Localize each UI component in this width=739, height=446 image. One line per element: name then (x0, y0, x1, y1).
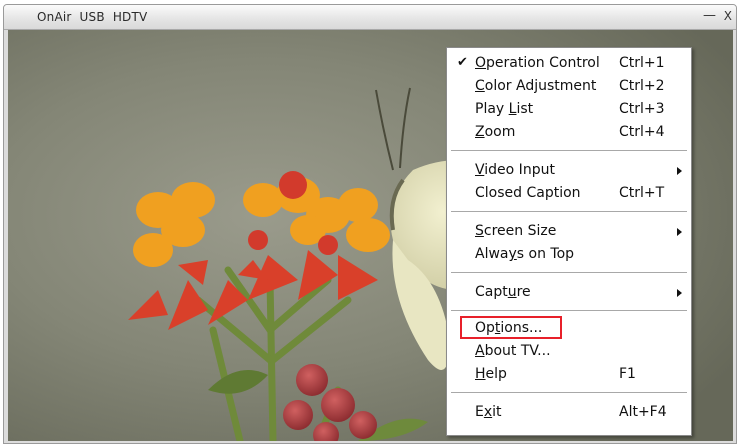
menu-item-label: Operation Control (475, 55, 600, 71)
menu-item-label: Zoom (475, 124, 516, 140)
menu-item-zoom[interactable]: Zoom Ctrl+4 (447, 121, 691, 144)
title-bar[interactable]: OnAir USB HDTV — X (4, 5, 736, 30)
menu-item-exit[interactable]: Exit Alt+F4 (447, 401, 691, 424)
menu-item-shortcut: Ctrl+3 (619, 101, 665, 117)
menu-item-label: Help (475, 366, 507, 382)
menu-item-shortcut: Ctrl+1 (619, 55, 665, 71)
menu-item-color-adjustment[interactable]: Color Adjustment Ctrl+2 (447, 75, 691, 98)
menu-item-shortcut: Alt+F4 (619, 404, 667, 420)
menu-separator (451, 211, 687, 213)
menu-item-label: Capture (475, 284, 531, 300)
menu-item-shortcut: Ctrl+T (619, 185, 665, 201)
menu-separator (451, 272, 687, 274)
menu-item-label: About TV... (475, 343, 551, 359)
menu-separator (451, 310, 687, 312)
menu-item-label: Play List (475, 101, 534, 117)
menu-item-capture[interactable]: Capture (447, 281, 691, 304)
menu-separator (451, 150, 687, 152)
menu-item-always-on-top[interactable]: Always on Top (447, 243, 691, 266)
menu-item-operation-control[interactable]: ✔ Operation Control Ctrl+1 (447, 52, 691, 75)
minimize-button[interactable]: — (703, 8, 716, 24)
menu-item-label: Screen Size (475, 223, 557, 239)
menu-item-label: Video Input (475, 162, 555, 178)
submenu-arrow-icon (677, 289, 682, 297)
context-menu: ✔ Operation Control Ctrl+1 Color Adjustm… (446, 47, 692, 436)
submenu-arrow-icon (677, 228, 682, 236)
menu-separator (451, 392, 687, 394)
menu-item-label: Closed Caption (475, 185, 581, 201)
options-highlight-box (460, 316, 562, 339)
submenu-arrow-icon (677, 167, 682, 175)
menu-item-shortcut: Ctrl+2 (619, 78, 665, 94)
menu-item-closed-caption[interactable]: Closed Caption Ctrl+T (447, 182, 691, 205)
menu-item-shortcut: F1 (619, 366, 636, 382)
menu-item-video-input[interactable]: Video Input (447, 159, 691, 182)
menu-item-help[interactable]: Help F1 (447, 363, 691, 386)
menu-item-label: Exit (475, 404, 502, 420)
window-title: OnAir USB HDTV (37, 10, 148, 24)
menu-item-play-list[interactable]: Play List Ctrl+3 (447, 98, 691, 121)
menu-item-shortcut: Ctrl+4 (619, 124, 665, 140)
checkmark-icon: ✔ (457, 55, 468, 70)
close-button[interactable]: X (724, 8, 732, 24)
menu-item-about-tv[interactable]: About TV... (447, 340, 691, 363)
menu-item-label: Always on Top (475, 246, 575, 262)
menu-item-screen-size[interactable]: Screen Size (447, 220, 691, 243)
menu-item-label: Color Adjustment (475, 78, 597, 94)
